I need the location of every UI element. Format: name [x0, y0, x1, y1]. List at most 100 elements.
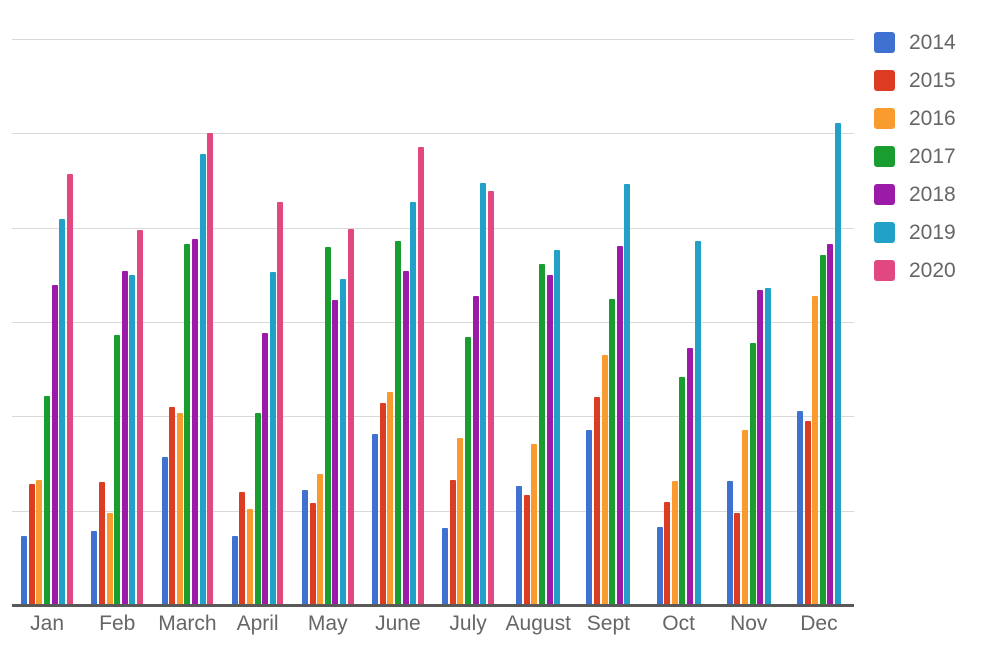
legend-swatch-icon: [874, 32, 895, 53]
x-axis-label: Feb: [99, 612, 136, 635]
bar[interactable]: [480, 183, 487, 605]
bar[interactable]: [254, 413, 261, 605]
bar[interactable]: [317, 473, 324, 605]
bar[interactable]: [804, 421, 811, 605]
bar[interactable]: [465, 337, 472, 605]
legend-item-2014[interactable]: 2014: [874, 26, 984, 59]
legend-swatch-icon: [874, 222, 895, 243]
bar[interactable]: [686, 348, 693, 605]
bar[interactable]: [472, 295, 479, 605]
bar[interactable]: [827, 243, 834, 605]
legend-item-2020[interactable]: 2020: [874, 254, 984, 287]
bar[interactable]: [91, 531, 98, 605]
bar[interactable]: [231, 536, 238, 605]
bar[interactable]: [21, 536, 28, 605]
legend-item-2015[interactable]: 2015: [874, 64, 984, 97]
bar[interactable]: [332, 300, 339, 605]
bar[interactable]: [539, 264, 546, 605]
bar[interactable]: [387, 391, 394, 605]
bar[interactable]: [554, 250, 561, 605]
bar[interactable]: [749, 342, 756, 605]
bar[interactable]: [106, 512, 113, 605]
bar[interactable]: [99, 482, 106, 605]
bar[interactable]: [656, 526, 663, 605]
bar[interactable]: [277, 202, 284, 605]
bar[interactable]: [671, 481, 678, 605]
bar[interactable]: [664, 502, 671, 605]
bar[interactable]: [28, 484, 35, 605]
bar[interactable]: [734, 512, 741, 605]
x-axis-label: July: [449, 612, 487, 635]
bar[interactable]: [402, 270, 409, 605]
bar[interactable]: [442, 527, 449, 605]
bar[interactable]: [379, 403, 386, 605]
bar[interactable]: [457, 438, 464, 605]
bar[interactable]: [531, 443, 538, 605]
bar[interactable]: [347, 228, 354, 605]
bar-group: [21, 20, 73, 605]
bar[interactable]: [609, 299, 616, 605]
bar[interactable]: [199, 153, 206, 605]
bar[interactable]: [207, 133, 214, 605]
x-axis-label: May: [307, 612, 348, 635]
bar[interactable]: [192, 238, 198, 605]
bar[interactable]: [239, 491, 246, 605]
bar[interactable]: [757, 289, 764, 605]
bar[interactable]: [137, 230, 144, 605]
bar[interactable]: [246, 508, 253, 605]
bar[interactable]: [129, 274, 136, 605]
legend-item-2017[interactable]: 2017: [874, 140, 984, 173]
bar[interactable]: [269, 271, 276, 605]
legend-item-2019[interactable]: 2019: [874, 216, 984, 249]
bar[interactable]: [301, 489, 308, 605]
bar[interactable]: [601, 354, 608, 605]
bar[interactable]: [324, 247, 331, 605]
bar[interactable]: [417, 147, 424, 605]
bar[interactable]: [812, 296, 819, 605]
legend-item-label: 2015: [909, 69, 956, 92]
bar[interactable]: [66, 173, 73, 605]
bar[interactable]: [121, 270, 128, 605]
bar[interactable]: [449, 479, 456, 605]
bar-group: [796, 20, 841, 605]
bar[interactable]: [339, 279, 346, 605]
legend-item-label: 2019: [909, 221, 956, 244]
bar[interactable]: [546, 274, 553, 605]
bar[interactable]: [161, 456, 168, 605]
bar[interactable]: [616, 245, 623, 605]
bar[interactable]: [624, 184, 631, 605]
bar[interactable]: [487, 190, 494, 605]
bar[interactable]: [184, 243, 191, 605]
bar[interactable]: [819, 254, 826, 605]
legend-swatch-icon: [874, 146, 895, 167]
bar[interactable]: [523, 494, 530, 605]
bar[interactable]: [741, 430, 748, 605]
bar-group: [586, 20, 631, 605]
bar[interactable]: [586, 430, 593, 605]
bar[interactable]: [51, 285, 58, 605]
legend-item-2016[interactable]: 2016: [874, 102, 984, 135]
bar[interactable]: [834, 122, 841, 605]
bar[interactable]: [764, 287, 771, 605]
legend-item-2018[interactable]: 2018: [874, 178, 984, 211]
bar[interactable]: [262, 333, 269, 605]
bar[interactable]: [516, 486, 523, 605]
bar[interactable]: [44, 395, 51, 605]
bar[interactable]: [410, 202, 417, 605]
bar[interactable]: [59, 219, 66, 605]
bar[interactable]: [726, 481, 733, 605]
bar[interactable]: [594, 397, 600, 605]
bar[interactable]: [176, 413, 183, 605]
bar[interactable]: [169, 406, 176, 605]
bar[interactable]: [694, 240, 701, 605]
bar[interactable]: [309, 503, 316, 605]
bar-group: [372, 20, 424, 605]
bar[interactable]: [679, 376, 686, 605]
bar[interactable]: [394, 240, 401, 605]
bars-layer: [12, 20, 854, 605]
bar[interactable]: [372, 434, 379, 605]
bar[interactable]: [36, 480, 43, 605]
bar-group: [231, 20, 284, 605]
bar[interactable]: [796, 410, 803, 605]
bar[interactable]: [114, 335, 121, 605]
